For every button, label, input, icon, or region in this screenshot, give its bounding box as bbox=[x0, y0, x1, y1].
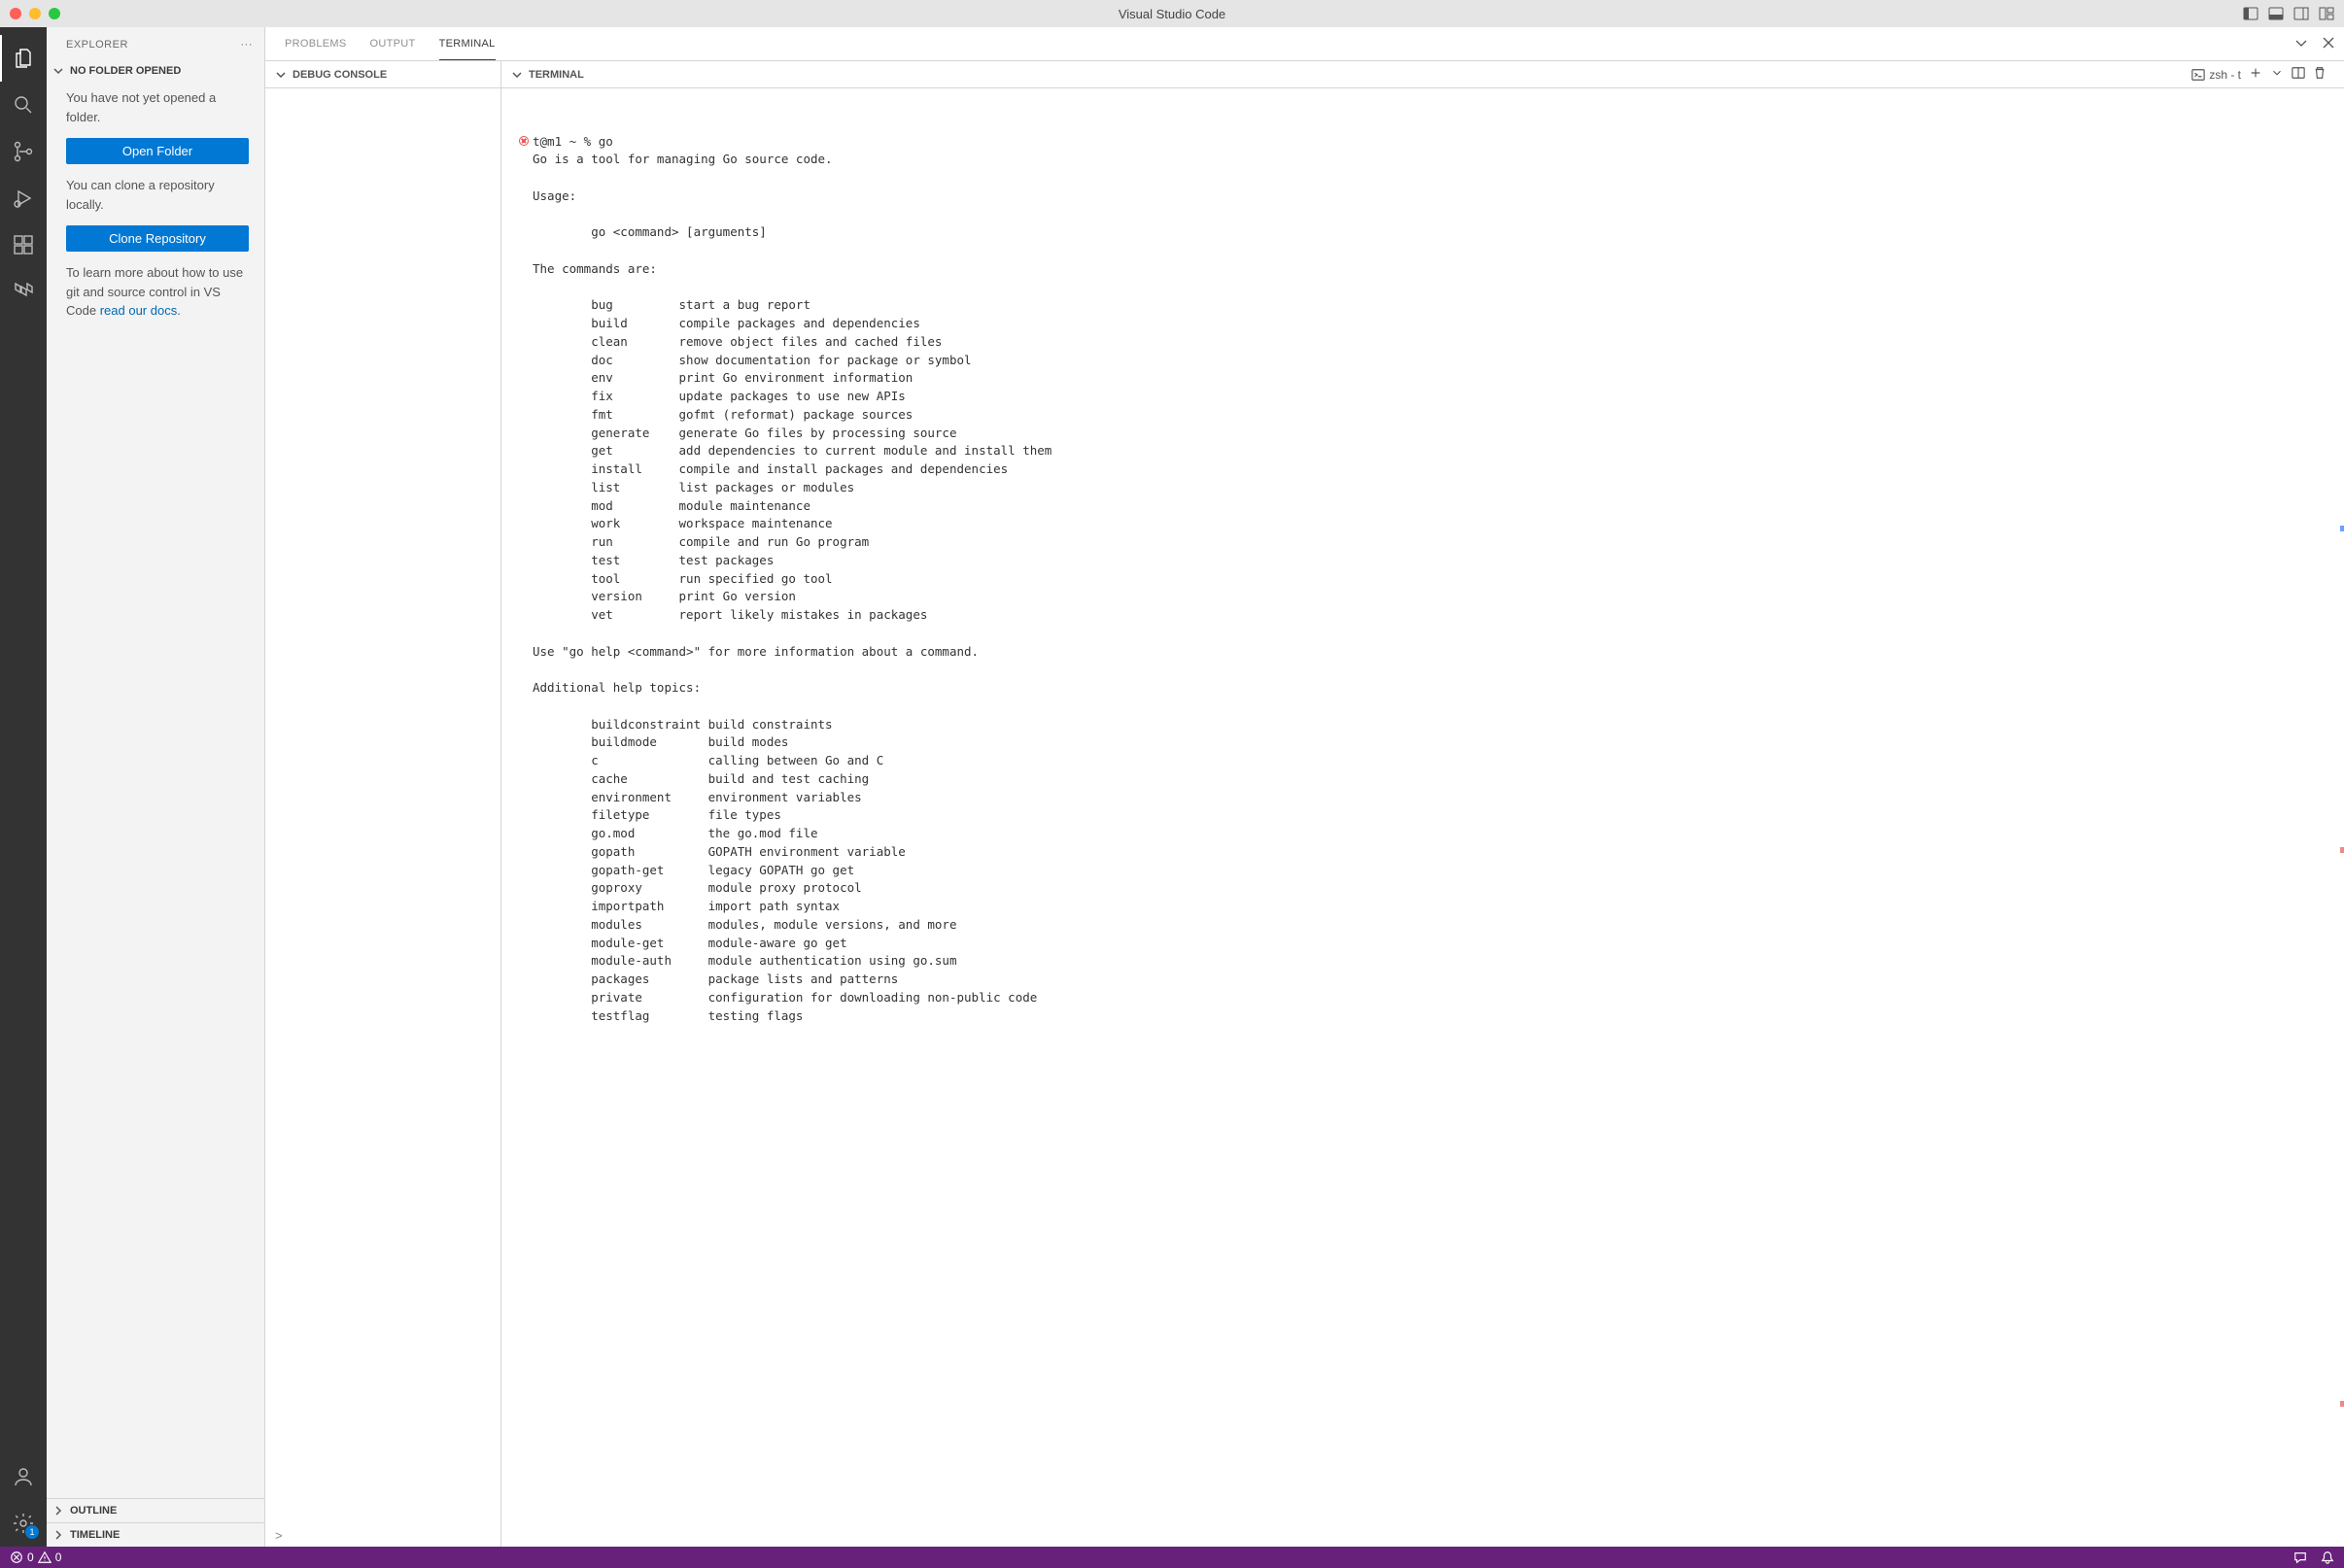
chevron-down-icon bbox=[509, 67, 525, 83]
status-problems[interactable]: 0 0 bbox=[10, 1551, 61, 1564]
warning-icon bbox=[38, 1551, 52, 1564]
settings-badge: 1 bbox=[25, 1525, 39, 1539]
terraform-icon bbox=[12, 280, 35, 303]
bell-icon bbox=[2321, 1551, 2334, 1564]
search-icon bbox=[12, 93, 35, 117]
new-terminal-icon[interactable] bbox=[2249, 66, 2262, 83]
tab-output[interactable]: OUTPUT bbox=[370, 28, 416, 59]
panel-chevron-down-icon[interactable] bbox=[2293, 35, 2309, 53]
close-window-button[interactable] bbox=[10, 8, 21, 19]
error-status-icon bbox=[519, 136, 529, 146]
activity-source-control[interactable] bbox=[0, 128, 47, 175]
chevron-right-icon bbox=[51, 1527, 66, 1543]
chevron-down-icon bbox=[51, 63, 66, 79]
terminal-header[interactable]: TERMINAL zsh - t bbox=[501, 61, 2344, 87]
activity-run-debug[interactable] bbox=[0, 175, 47, 222]
sidebar-title-label: EXPLORER bbox=[66, 39, 128, 51]
activity-explorer[interactable] bbox=[0, 35, 47, 82]
terminal-icon bbox=[2191, 68, 2205, 82]
section-timeline[interactable]: TIMELINE bbox=[47, 1522, 264, 1547]
account-icon bbox=[12, 1465, 35, 1488]
terminal-output: Go is a tool for managing Go source code… bbox=[533, 152, 1051, 1022]
terminal-shell-label[interactable]: zsh - t bbox=[2191, 68, 2241, 82]
kill-terminal-icon[interactable] bbox=[2313, 66, 2327, 83]
activity-accounts[interactable] bbox=[0, 1453, 47, 1500]
tab-terminal[interactable]: TERMINAL bbox=[439, 28, 496, 59]
terminal-overview-ruler[interactable] bbox=[2340, 88, 2344, 1547]
activity-extra[interactable] bbox=[0, 268, 47, 315]
activity-settings[interactable]: 1 bbox=[0, 1500, 47, 1547]
title-bar: Visual Studio Code bbox=[0, 0, 2344, 27]
read-our-docs-link[interactable]: read our docs bbox=[100, 303, 178, 318]
clone-repository-button[interactable]: Clone Repository bbox=[66, 225, 249, 252]
panel-close-icon[interactable] bbox=[2321, 35, 2336, 53]
toggle-panel-icon[interactable] bbox=[2268, 6, 2284, 21]
files-icon bbox=[12, 47, 35, 70]
status-notifications[interactable] bbox=[2321, 1551, 2334, 1564]
panel-tabs: PROBLEMS OUTPUT TERMINAL bbox=[265, 27, 2344, 61]
toggle-primary-sidebar-icon[interactable] bbox=[2243, 6, 2258, 21]
terminal-pane[interactable]: t@m1 ~ % go Go is a tool for managing Go… bbox=[501, 88, 2344, 1547]
section-no-folder-opened[interactable]: NO FOLDER OPENED bbox=[47, 61, 264, 81]
minimize-window-button[interactable] bbox=[29, 8, 41, 19]
section-outline[interactable]: OUTLINE bbox=[47, 1498, 264, 1522]
activity-extensions[interactable] bbox=[0, 222, 47, 268]
explorer-msg-clone: You can clone a repository locally. bbox=[66, 176, 249, 214]
terminal-prompt-line: t@m1 ~ % go bbox=[533, 134, 613, 149]
open-folder-button[interactable]: Open Folder bbox=[66, 138, 249, 164]
status-bar: 0 0 bbox=[0, 1547, 2344, 1568]
explorer-msg-learn: To learn more about how to use git and s… bbox=[66, 263, 249, 321]
customize-layout-icon[interactable] bbox=[2319, 6, 2334, 21]
panel-region: PROBLEMS OUTPUT TERMINAL DEBUG CONSOLE T… bbox=[265, 27, 2344, 1547]
window-title: Visual Studio Code bbox=[0, 7, 2344, 21]
terminal-toolbar: zsh - t bbox=[2191, 66, 2336, 83]
debug-console-pane[interactable]: > bbox=[265, 88, 501, 1547]
status-feedback[interactable] bbox=[2293, 1551, 2307, 1564]
sidebar-explorer: EXPLORER ··· NO FOLDER OPENED You have n… bbox=[47, 27, 265, 1547]
error-icon bbox=[10, 1551, 23, 1564]
debug-console-header[interactable]: DEBUG CONSOLE bbox=[265, 61, 501, 87]
sidebar-more-icon[interactable]: ··· bbox=[241, 39, 254, 51]
title-right-controls bbox=[2243, 6, 2334, 21]
window-controls bbox=[10, 8, 60, 19]
debug-console-prompt: > bbox=[275, 1528, 283, 1543]
activity-bar: 1 bbox=[0, 27, 47, 1547]
explorer-msg-not-opened: You have not yet opened a folder. bbox=[66, 88, 249, 126]
source-control-icon bbox=[12, 140, 35, 163]
feedback-icon bbox=[2293, 1551, 2307, 1564]
extensions-icon bbox=[12, 233, 35, 256]
chevron-right-icon bbox=[51, 1503, 66, 1518]
tab-problems[interactable]: PROBLEMS bbox=[285, 28, 347, 59]
split-terminal-icon[interactable] bbox=[2292, 66, 2305, 83]
activity-search[interactable] bbox=[0, 82, 47, 128]
terminal-dropdown-icon[interactable] bbox=[2270, 66, 2284, 83]
chevron-down-icon bbox=[273, 67, 289, 83]
maximize-window-button[interactable] bbox=[49, 8, 60, 19]
toggle-secondary-sidebar-icon[interactable] bbox=[2293, 6, 2309, 21]
debug-icon bbox=[12, 187, 35, 210]
